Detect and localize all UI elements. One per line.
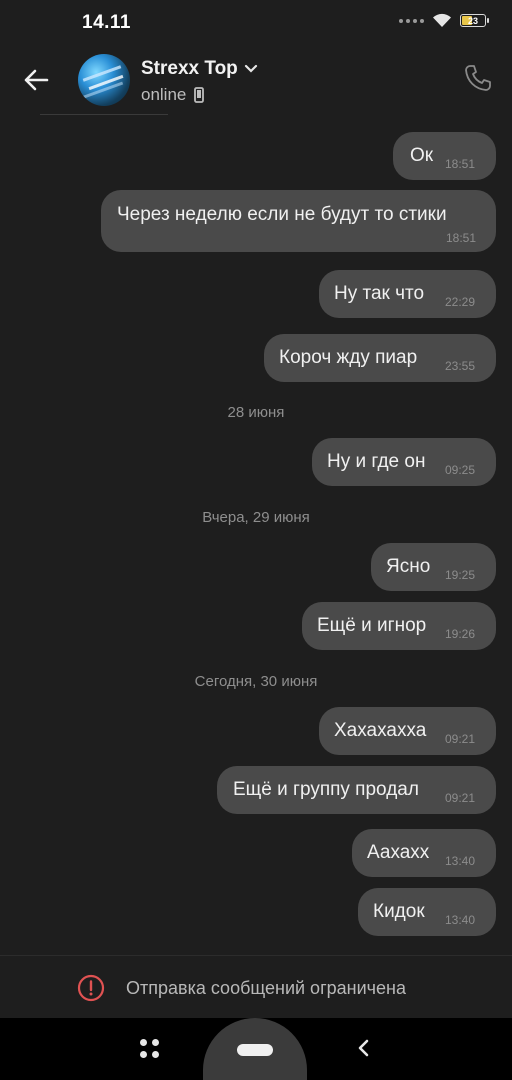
back-arrow-icon[interactable] xyxy=(20,64,52,96)
home-pill-icon xyxy=(237,1044,273,1056)
message-text: Аахахх xyxy=(367,842,430,863)
message-bubble[interactable]: Ещё и игнор 19:26 xyxy=(302,602,496,650)
message-text: Хахахахха xyxy=(334,720,427,741)
mobile-device-icon xyxy=(194,87,205,103)
recents-menu-icon[interactable] xyxy=(140,1039,160,1059)
message-text: Ну так что xyxy=(334,283,425,304)
date-separator: 28 июня xyxy=(227,404,285,421)
status-time: 14.11 xyxy=(82,12,131,33)
message-text: Ну и где он xyxy=(327,451,426,472)
message-time: 13:40 xyxy=(445,854,476,868)
online-status: online xyxy=(141,85,187,104)
message-bubble[interactable]: Ну так что 22:29 xyxy=(319,270,496,318)
contact-name-row[interactable]: Strexx Top xyxy=(141,58,258,80)
signal-icon xyxy=(399,18,424,23)
phone-call-icon[interactable] xyxy=(462,62,494,94)
message-time: 23:55 xyxy=(445,359,476,373)
message-text: Ок xyxy=(410,145,434,166)
message-bubble[interactable]: Ещё и группу продал 09:21 xyxy=(217,766,496,814)
message-bubble[interactable]: Через неделю если не будут то стики 18:5… xyxy=(101,190,496,252)
message-time: 19:26 xyxy=(445,627,476,641)
messaging-restricted-banner: Отправка сообщений ограничена xyxy=(0,955,512,1019)
status-bar: 14.11 23 xyxy=(0,0,512,44)
chevron-down-icon[interactable] xyxy=(244,64,258,74)
message-time: 18:51 xyxy=(446,231,477,245)
chat-header: Strexx Top online xyxy=(0,44,512,116)
message-time: 22:29 xyxy=(445,295,476,309)
status-icons: 23 xyxy=(399,13,489,28)
header-divider xyxy=(40,114,168,115)
date-separator: Сегодня, 30 июня xyxy=(194,673,318,690)
message-bubble[interactable]: Хахахахха 09:21 xyxy=(319,707,496,755)
message-text: Ещё и группу продал xyxy=(233,779,419,800)
message-bubble[interactable]: Ясно 19:25 xyxy=(371,543,496,591)
battery-level: 23 xyxy=(467,15,478,26)
wifi-icon xyxy=(433,13,451,27)
message-bubble[interactable]: Кидок 13:40 xyxy=(358,888,496,936)
home-button[interactable] xyxy=(203,1018,307,1080)
message-text: Ясно xyxy=(386,556,431,577)
battery-icon: 23 xyxy=(460,14,489,27)
message-time: 18:51 xyxy=(445,157,476,171)
message-text: Через неделю если не будут то стики xyxy=(117,204,447,225)
message-time: 19:25 xyxy=(445,568,476,582)
message-bubble[interactable]: Ок 18:51 xyxy=(393,132,496,180)
message-time: 09:25 xyxy=(445,463,476,477)
contact-status: online xyxy=(141,85,205,105)
message-text: Короч жду пиар xyxy=(279,347,418,368)
message-time: 09:21 xyxy=(445,791,476,805)
restriction-text: Отправка сообщений ограничена xyxy=(126,978,406,998)
alert-circle-icon xyxy=(77,974,105,1002)
message-text: Ещё и игнор xyxy=(317,615,427,636)
contact-avatar[interactable] xyxy=(78,54,130,106)
message-time: 09:21 xyxy=(445,732,476,746)
message-bubble[interactable]: Аахахх 13:40 xyxy=(352,829,496,877)
system-navbar xyxy=(0,1018,512,1080)
message-bubble[interactable]: Короч жду пиар 23:55 xyxy=(264,334,496,382)
message-time: 13:40 xyxy=(445,913,476,927)
nav-back-icon[interactable] xyxy=(352,1036,376,1060)
contact-name[interactable]: Strexx Top xyxy=(141,58,238,80)
message-text: Кидок xyxy=(373,901,425,922)
date-separator: Вчера, 29 июня xyxy=(202,509,310,526)
message-bubble[interactable]: Ну и где он 09:25 xyxy=(312,438,496,486)
